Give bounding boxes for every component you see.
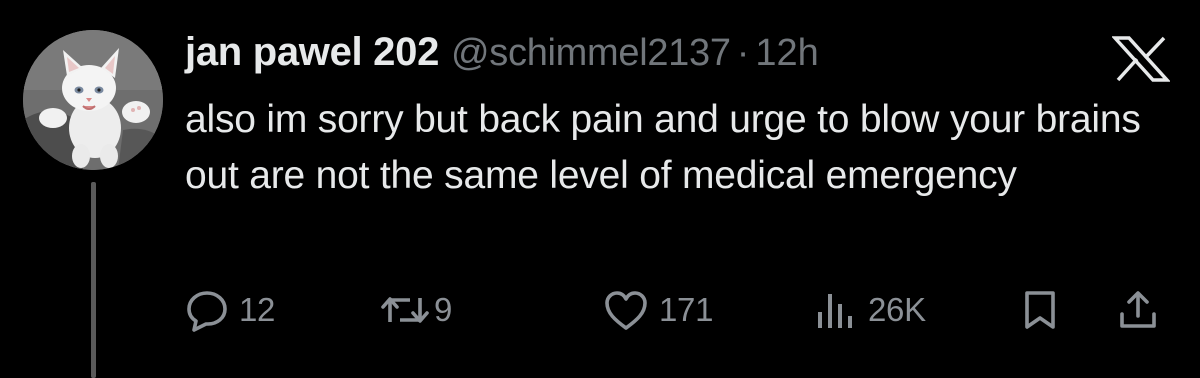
bookmark-button[interactable] — [1018, 282, 1062, 338]
user-handle[interactable]: @schimmel2137 — [451, 32, 731, 75]
display-name[interactable]: jan pawel 202 — [185, 30, 439, 75]
x-logo-icon — [1111, 36, 1171, 82]
like-count: 171 — [659, 291, 714, 328]
bar-chart-icon — [812, 288, 858, 332]
avatar[interactable] — [23, 30, 163, 170]
reply-count: 12 — [239, 291, 276, 328]
share-button[interactable] — [1116, 282, 1160, 338]
repost-button[interactable]: 9 — [380, 282, 452, 338]
repost-count: 9 — [434, 291, 453, 328]
timestamp[interactable]: 12h — [755, 32, 818, 75]
thread-line — [91, 182, 96, 378]
like-button[interactable]: 171 — [603, 282, 713, 338]
action-bar: 12 9 171 26K — [0, 282, 1200, 338]
bookmark-icon — [1018, 288, 1062, 332]
tweet-header: jan pawel 202 @schimmel2137 · 12h — [185, 30, 819, 82]
white-kitten-avatar-image — [23, 30, 163, 170]
tweet-text: also im sorry but back pain and urge to … — [185, 98, 1141, 197]
speech-bubble-icon — [185, 288, 229, 332]
repost-arrows-icon — [380, 288, 430, 332]
heart-icon — [603, 288, 649, 332]
views-button[interactable]: 26K — [812, 282, 926, 338]
reply-button[interactable]: 12 — [185, 282, 275, 338]
share-upload-icon — [1116, 288, 1160, 332]
view-count: 26K — [868, 291, 926, 328]
separator-dot: · — [736, 32, 750, 74]
